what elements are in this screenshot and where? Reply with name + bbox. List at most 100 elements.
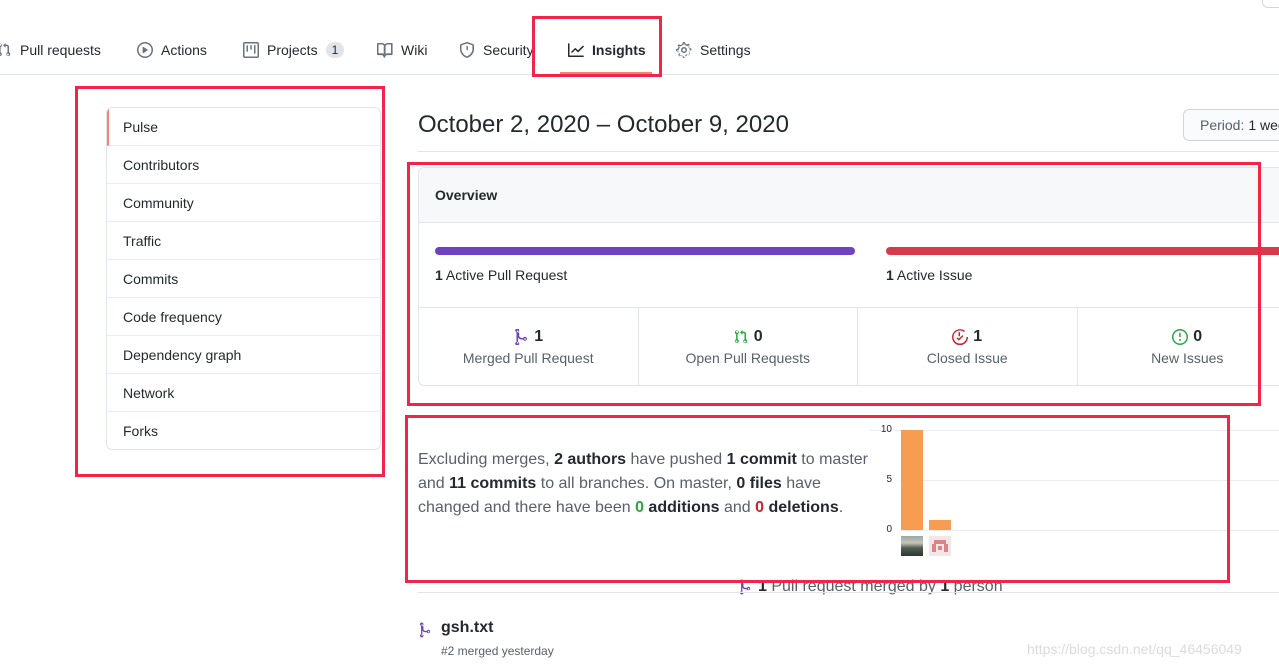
chart-gridline — [900, 430, 1279, 431]
tab-settings[interactable]: Settings — [676, 36, 751, 64]
stat-value: 1 — [534, 328, 544, 345]
tab-label: Settings — [700, 42, 751, 58]
tab-wiki[interactable]: Wiki — [377, 36, 427, 64]
sidebar-item-label: Contributors — [123, 156, 200, 173]
summary-text: and — [719, 499, 756, 516]
y-tick-label: 0 — [886, 524, 892, 535]
summary-text: Excluding merges, — [418, 451, 555, 468]
commit-bar-1[interactable] — [901, 430, 923, 530]
sidebar-item-label: Traffic — [123, 232, 162, 249]
insights-sidebar-menu: Pulse Contributors Community Traffic Com… — [106, 107, 381, 450]
all-branch-commits: 11 commits — [449, 475, 537, 492]
tab-label: Wiki — [401, 42, 428, 58]
repo-nav: Pull requests Actions Projects 1 Wiki Se… — [0, 0, 1279, 75]
projects-counter: 1 — [325, 42, 345, 58]
stat-open-pull-requests[interactable]: 0 Open Pull Requests — [639, 308, 858, 385]
period-label: Period: — [1200, 117, 1245, 133]
tab-label: Security — [483, 42, 534, 58]
tab-insights[interactable]: Insights — [568, 36, 646, 64]
overview-stats: 1 Merged Pull Request 0 Open Pull Reques… — [419, 308, 1279, 385]
sidebar-item-code-frequency[interactable]: Code frequency — [107, 298, 380, 336]
sidebar-item-label: Community — [123, 194, 194, 211]
merged-divider — [418, 592, 1279, 593]
chart-gridline — [900, 480, 1279, 481]
additions-word: additions — [643, 499, 720, 516]
sidebar-item-label: Forks — [123, 422, 158, 439]
tab-projects[interactable]: Projects 1 — [243, 36, 345, 64]
period-select-button[interactable]: Period:1 week — [1183, 109, 1279, 141]
issue-opened-icon — [1172, 329, 1189, 345]
merged-pr-summary: 1 Pull request merged by 1 person — [738, 578, 1003, 596]
overview-heading: Overview — [419, 168, 1279, 223]
sidebar-item-pulse[interactable]: Pulse — [107, 108, 380, 146]
tab-pull-requests[interactable]: Pull requests — [0, 36, 101, 64]
stat-value: 0 — [753, 328, 763, 345]
sidebar-item-commits[interactable]: Commits — [107, 260, 380, 298]
deletions-word: deletions — [764, 499, 839, 516]
overview-activity-bars: 1 Active Pull Request 1 Active Issue — [419, 223, 1279, 308]
tab-label: Projects — [267, 42, 318, 58]
y-tick-label: 10 — [880, 424, 892, 435]
active-issue-bar — [886, 247, 1279, 255]
author-avatar-1[interactable] — [901, 536, 923, 556]
git-merge-icon — [419, 622, 431, 638]
title-divider — [418, 151, 1279, 152]
deletions-count: 0 — [755, 499, 765, 516]
stat-value: 1 — [973, 328, 983, 345]
stat-label: New Issues — [1151, 350, 1224, 366]
active-pr-link[interactable]: 1 Active Pull Request — [435, 267, 567, 283]
additions-count: 0 — [635, 499, 644, 516]
sidebar-item-traffic[interactable]: Traffic — [107, 222, 380, 260]
active-issue-link[interactable]: 1 Active Issue — [886, 267, 972, 283]
active-issue-label: Active Issue — [893, 267, 973, 283]
shield-icon — [460, 42, 474, 58]
selected-tab-underline — [560, 72, 652, 74]
stat-label: Merged Pull Request — [462, 350, 594, 366]
sidebar-item-community[interactable]: Community — [107, 184, 380, 222]
sidebar-item-label: Network — [123, 384, 175, 401]
stat-value: 0 — [1193, 328, 1203, 345]
author-avatar-2[interactable] — [929, 536, 951, 556]
summary-text: to all branches. On master, — [536, 475, 737, 492]
commit-bar-2[interactable] — [929, 520, 951, 530]
top-right-button-edge[interactable] — [1262, 0, 1279, 8]
tab-label: Insights — [592, 42, 646, 58]
tab-security[interactable]: Security — [459, 36, 534, 64]
files-count: 0 files — [736, 475, 782, 492]
project-icon — [243, 42, 259, 58]
git-merge-icon — [515, 329, 528, 345]
summary-text: . — [838, 499, 844, 516]
gear-icon — [676, 42, 692, 58]
summary-text: have pushed — [626, 451, 727, 468]
stat-label: Closed Issue — [926, 350, 1008, 366]
sidebar-item-dependency-graph[interactable]: Dependency graph — [107, 336, 380, 374]
watermark: https://blog.csdn.net/qq_46456049 — [1027, 641, 1242, 657]
sidebar-item-label: Dependency graph — [123, 346, 242, 363]
identicon-icon — [932, 540, 948, 552]
stat-merged-pull-request[interactable]: 1 Merged Pull Request — [419, 308, 639, 385]
tab-label: Actions — [161, 42, 207, 58]
stat-closed-issue[interactable]: 1 Closed Issue — [858, 308, 1078, 385]
authors-link[interactable]: 2 authors — [554, 451, 626, 468]
y-tick-label: 5 — [886, 474, 892, 485]
tab-label: Pull requests — [20, 42, 101, 58]
tab-actions[interactable]: Actions — [137, 36, 207, 64]
pr-title-link[interactable]: gsh.txt — [441, 619, 493, 637]
sidebar-item-contributors[interactable]: Contributors — [107, 146, 380, 184]
page-title: October 2, 2020 – October 9, 2020 — [418, 111, 789, 138]
active-issue-count: 1 — [886, 267, 894, 283]
graph-icon — [568, 43, 584, 57]
overview-box: Overview 1 Active Pull Request 1 Active … — [418, 167, 1279, 386]
book-icon — [377, 42, 393, 58]
issue-closed-icon — [952, 329, 969, 345]
sidebar-item-label: Pulse — [123, 118, 159, 135]
sidebar-item-label: Code frequency — [123, 308, 222, 325]
stat-new-issues[interactable]: 0 New Issues — [1078, 308, 1279, 385]
active-pr-label: Active Pull Request — [442, 267, 568, 283]
active-pr-bar — [435, 247, 855, 255]
sidebar-item-network[interactable]: Network — [107, 374, 380, 412]
sidebar-item-label: Commits — [123, 270, 179, 287]
commit-summary: Excluding merges, 2 authors have pushed … — [418, 448, 874, 520]
chart-gridline — [900, 530, 1279, 531]
sidebar-item-forks[interactable]: Forks — [107, 412, 380, 449]
